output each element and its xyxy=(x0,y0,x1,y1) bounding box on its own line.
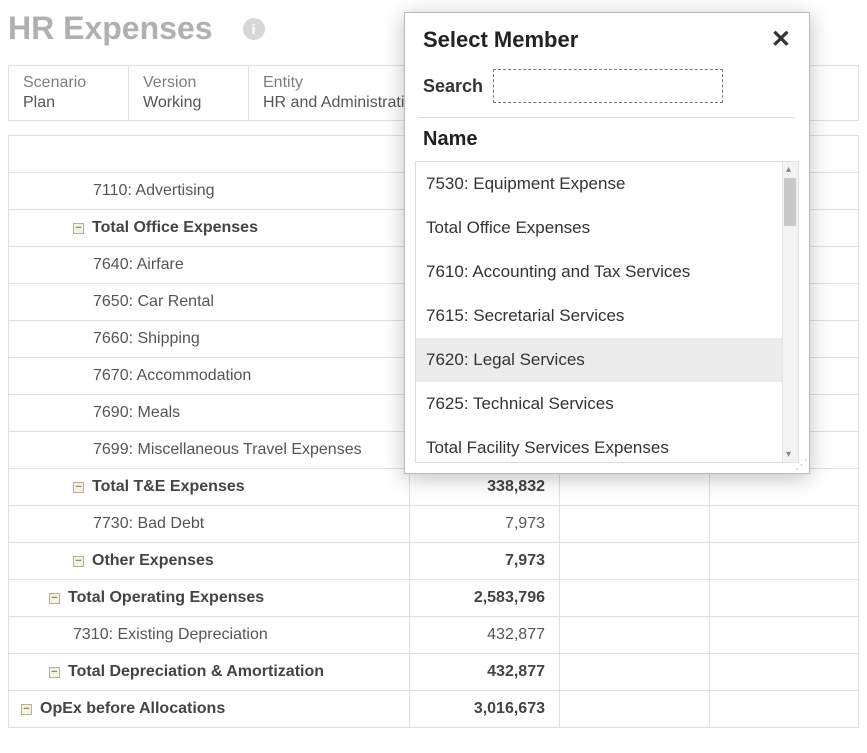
grid-row[interactable]: −Total Depreciation & Amortization432,87… xyxy=(9,654,858,691)
scroll-thumb[interactable] xyxy=(784,178,796,226)
row-label-text: 7690: Meals xyxy=(93,404,180,422)
row-col3[interactable] xyxy=(709,580,858,616)
resize-grip-icon[interactable]: ⋰ xyxy=(795,458,806,471)
row-label: −Other Expenses xyxy=(9,543,409,579)
name-column-header: Name xyxy=(405,118,809,161)
row-label: 7699: Miscellaneous Travel Expenses xyxy=(9,432,409,468)
row-label-text: Other Expenses xyxy=(92,552,214,570)
row-label-text: 7660: Shipping xyxy=(93,330,200,348)
row-col3[interactable] xyxy=(709,506,858,542)
row-label-text: 7670: Accommodation xyxy=(93,367,251,385)
row-col2[interactable] xyxy=(559,654,709,690)
row-label-text: Total Office Expenses xyxy=(92,219,258,237)
row-value[interactable]: 338,832 xyxy=(409,469,559,505)
row-value[interactable]: 2,583,796 xyxy=(409,580,559,616)
row-value[interactable]: 432,877 xyxy=(409,654,559,690)
row-label: −Total Operating Expenses xyxy=(9,580,409,616)
pov-cell-version[interactable]: Version Working xyxy=(129,66,249,120)
row-col3[interactable] xyxy=(709,469,858,505)
row-label-text: 7640: Airfare xyxy=(93,256,184,274)
row-label: 7640: Airfare xyxy=(9,247,409,283)
member-item[interactable]: 7610: Accounting and Tax Services xyxy=(416,250,798,294)
row-label-text: OpEx before Allocations xyxy=(40,700,225,718)
pov-label: Scenario xyxy=(23,74,114,92)
search-input[interactable] xyxy=(493,69,723,103)
grid-row[interactable]: −Total T&E Expenses338,832 xyxy=(9,469,858,506)
collapse-icon[interactable]: − xyxy=(73,223,84,234)
grid-row[interactable]: −Other Expenses7,973 xyxy=(9,543,858,580)
pov-value: Working xyxy=(143,94,234,112)
row-value[interactable]: 3,016,673 xyxy=(409,691,559,727)
grid-header-label xyxy=(9,136,409,172)
row-label: 7690: Meals xyxy=(9,395,409,431)
info-icon[interactable]: i xyxy=(243,18,265,40)
row-label: 7110: Advertising xyxy=(9,173,409,209)
grid-row[interactable]: −Total Operating Expenses2,583,796 xyxy=(9,580,858,617)
collapse-icon[interactable]: − xyxy=(21,704,32,715)
row-col2[interactable] xyxy=(559,469,709,505)
row-label: −OpEx before Allocations xyxy=(9,691,409,727)
member-item[interactable]: 7615: Secretarial Services xyxy=(416,294,798,338)
scroll-down-icon[interactable]: ▾ xyxy=(786,449,791,460)
collapse-icon[interactable]: − xyxy=(49,593,60,604)
member-item[interactable]: Total Facility Services Expenses xyxy=(416,426,798,463)
member-item[interactable]: 7625: Technical Services xyxy=(416,382,798,426)
close-icon[interactable]: ✕ xyxy=(771,28,791,52)
member-item[interactable]: 7620: Legal Services xyxy=(416,338,798,382)
collapse-icon[interactable]: − xyxy=(73,556,84,567)
pov-cell-scenario[interactable]: Scenario Plan xyxy=(9,66,129,120)
row-col2[interactable] xyxy=(559,580,709,616)
pov-label: Version xyxy=(143,74,234,92)
row-label-text: Total Depreciation & Amortization xyxy=(68,663,324,681)
row-value[interactable]: 432,877 xyxy=(409,617,559,653)
scroll-up-icon[interactable]: ▴ xyxy=(786,164,791,175)
row-label: 7310: Existing Depreciation xyxy=(9,617,409,653)
row-label-text: Total T&E Expenses xyxy=(92,478,245,496)
row-label: −Total Office Expenses xyxy=(9,210,409,246)
row-col3[interactable] xyxy=(709,543,858,579)
row-label-text: 7310: Existing Depreciation xyxy=(73,626,268,644)
row-col3[interactable] xyxy=(709,691,858,727)
select-member-dialog: Select Member ✕ Search Name 7530: Equipm… xyxy=(404,12,810,474)
row-col3[interactable] xyxy=(709,654,858,690)
row-label: −Total T&E Expenses xyxy=(9,469,409,505)
collapse-icon[interactable]: − xyxy=(49,667,60,678)
member-list: 7530: Equipment ExpenseTotal Office Expe… xyxy=(415,161,799,463)
row-label: 7650: Car Rental xyxy=(9,284,409,320)
row-label-text: 7730: Bad Debt xyxy=(93,515,204,533)
row-value[interactable]: 7,973 xyxy=(409,506,559,542)
member-item[interactable]: Total Office Expenses xyxy=(416,206,798,250)
row-col3[interactable] xyxy=(709,617,858,653)
row-label-text: 7650: Car Rental xyxy=(93,293,214,311)
row-value[interactable]: 7,973 xyxy=(409,543,559,579)
grid-row[interactable]: 7730: Bad Debt 7,973 xyxy=(9,506,858,543)
row-label: 7730: Bad Debt xyxy=(9,506,409,542)
collapse-icon[interactable]: − xyxy=(73,482,84,493)
row-col2[interactable] xyxy=(559,691,709,727)
row-label: 7660: Shipping xyxy=(9,321,409,357)
row-col2[interactable] xyxy=(559,506,709,542)
row-label: −Total Depreciation & Amortization xyxy=(9,654,409,690)
grid-row[interactable]: −OpEx before Allocations3,016,673 xyxy=(9,691,858,728)
row-label: 7670: Accommodation xyxy=(9,358,409,394)
page-title: HR Expenses xyxy=(8,10,213,47)
member-item[interactable]: 7530: Equipment Expense xyxy=(416,162,798,206)
grid-row[interactable]: 7310: Existing Depreciation 432,877 xyxy=(9,617,858,654)
row-label-text: 7110: Advertising xyxy=(93,182,215,200)
dialog-title: Select Member xyxy=(423,27,578,53)
search-label: Search xyxy=(423,76,483,97)
row-label-text: 7699: Miscellaneous Travel Expenses xyxy=(93,441,362,459)
row-col2[interactable] xyxy=(559,617,709,653)
pov-value: Plan xyxy=(23,94,114,112)
row-label-text: Total Operating Expenses xyxy=(68,589,264,607)
scrollbar[interactable]: ▴ ▾ xyxy=(782,162,798,462)
row-col2[interactable] xyxy=(559,543,709,579)
